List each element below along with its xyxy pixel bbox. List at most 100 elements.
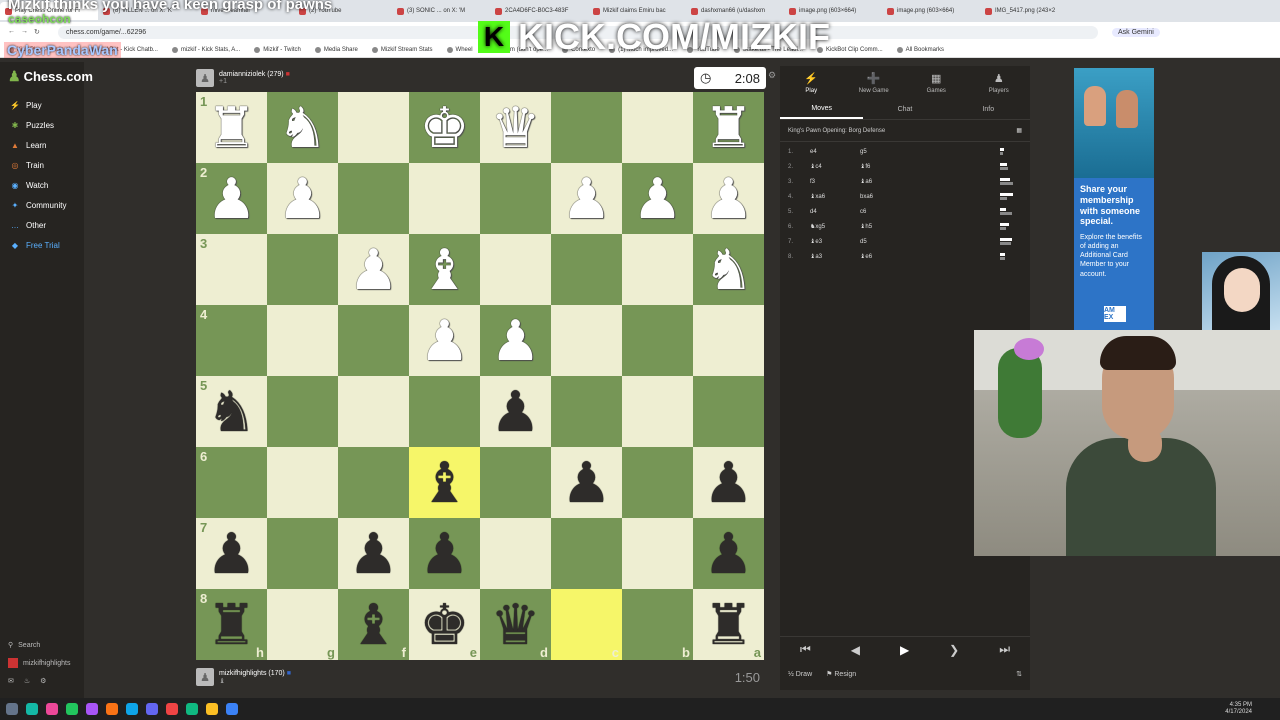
white-king-icon[interactable]: ♚ [419,99,469,156]
avatar[interactable]: ♟ [196,69,214,87]
board-square[interactable]: ♟ [267,163,338,234]
board-square[interactable] [338,92,409,163]
taskbar-app-icon[interactable] [26,703,38,715]
back-icon[interactable]: ← [8,28,15,36]
black-move[interactable]: ♝e6 [860,253,1000,260]
tab-new-game[interactable]: ➕ New Game [843,66,906,100]
board-square[interactable]: ♜ [693,92,764,163]
advertisement[interactable]: Share your membership with someone speci… [1074,68,1154,330]
board-square[interactable] [480,447,551,518]
board-square[interactable]: ♝ [409,447,480,518]
black-pawn-icon[interactable]: ♟ [348,525,398,582]
board-square[interactable]: ♟ [551,163,622,234]
board-square[interactable] [622,447,693,518]
sidebar-item-other[interactable]: … Other [0,215,84,235]
black-pawn-icon[interactable]: ♟ [561,454,611,511]
board-square[interactable]: 4 [196,305,267,376]
black-move[interactable]: ♝f6 [860,163,1000,170]
board-square[interactable]: ♟ [409,305,480,376]
next-move-icon[interactable]: ❯ [949,643,959,657]
taskbar-app-icon[interactable] [6,703,18,715]
board-square[interactable] [338,447,409,518]
board-square[interactable] [551,305,622,376]
board-square[interactable] [480,163,551,234]
black-rook-icon[interactable]: ♜ [703,596,753,653]
board-square[interactable] [551,92,622,163]
black-pawn-icon[interactable]: ♟ [490,383,540,440]
black-rook-icon[interactable]: ♜ [206,596,256,653]
tab-games[interactable]: ▦ Games [905,66,968,100]
book-icon[interactable]: ▦ [1016,127,1022,134]
board-square[interactable]: d ♛ [480,589,551,660]
white-pawn-icon[interactable]: ♟ [348,241,398,298]
bookmark-item[interactable]: Mizkif Stream Stats [371,46,433,53]
black-pawn-icon[interactable]: ♟ [703,525,753,582]
taskbar-app-icon[interactable] [166,703,178,715]
sidebar-item-play[interactable]: ⚡ Play [0,95,84,115]
white-pawn-icon[interactable]: ♟ [490,312,540,369]
white-move[interactable]: ♞xg5 [810,223,860,230]
taskbar-app-icon[interactable] [66,703,78,715]
board-square[interactable]: 7 ♟ [196,518,267,589]
black-pawn-icon[interactable]: ♟ [419,525,469,582]
sidebar-item-learn[interactable]: ▲ Learn [0,135,84,155]
board-square[interactable] [480,234,551,305]
white-pawn-icon[interactable]: ♟ [703,170,753,227]
taskbar-app-icon[interactable] [146,703,158,715]
board-square[interactable] [267,234,338,305]
white-pawn-icon[interactable]: ♟ [277,170,327,227]
last-move-icon[interactable]: ⏭ [999,642,1010,657]
board-square[interactable] [267,518,338,589]
board-square[interactable]: ♟ [338,518,409,589]
white-move[interactable]: ♝xa6 [810,193,860,200]
board-square[interactable]: ♟ [480,376,551,447]
white-rook-icon[interactable]: ♜ [206,99,256,156]
board-square[interactable]: ♟ [693,518,764,589]
board-square[interactable] [267,447,338,518]
taskbar-app-icon[interactable] [106,703,118,715]
white-move[interactable]: e4 [810,149,860,155]
board-square[interactable]: ♟ [622,163,693,234]
black-king-icon[interactable]: ♚ [419,596,469,653]
board-square[interactable]: 3 [196,234,267,305]
ask-gemini-button[interactable]: Ask Gemini [1112,27,1160,37]
black-knight-icon[interactable]: ♞ [206,383,256,440]
avatar[interactable]: ♟ [196,668,214,686]
board-square[interactable]: ♟ [409,518,480,589]
board-square[interactable]: ♚ [409,92,480,163]
white-move[interactable]: ♝e3 [810,238,860,245]
white-knight-icon[interactable]: ♞ [703,241,753,298]
board-square[interactable] [693,305,764,376]
black-move[interactable]: d5 [860,239,1000,245]
board-square[interactable]: ♟ [338,234,409,305]
board-square[interactable] [622,234,693,305]
sidebar-item-train[interactable]: ◎ Train [0,155,84,175]
chess-board[interactable]: 1 ♜ ♞ ♚ ♛ ♜ 2 ♟ ♟ ♟ ♟ ♟ 3 ♟ ♝ ♞ 4 ♟ ♟ 5 ♞ ♟ 6 ♝ ♟ ♟ 7 ♟ ♟ ♟ ♟ 8 h ♜ g f ♝ e ♚ d… [196,92,764,660]
black-pawn-icon[interactable]: ♟ [703,454,753,511]
board-square[interactable]: c [551,589,622,660]
black-move[interactable]: ♝a6 [860,178,1000,185]
board-square[interactable] [551,518,622,589]
bottom-player-name[interactable]: mizkifhighlights [219,670,266,677]
black-move[interactable]: c6 [860,209,1000,215]
board-square[interactable] [622,376,693,447]
bookmark-item[interactable]: Mizkif - Twitch [254,46,301,53]
board-square[interactable]: g [267,589,338,660]
reload-icon[interactable]: ↻ [34,28,40,36]
white-queen-icon[interactable]: ♛ [490,99,540,156]
board-square[interactable]: ♞ [267,92,338,163]
subtab-moves[interactable]: Moves [780,100,864,119]
board-square[interactable]: 1 ♜ [196,92,267,163]
white-bishop-icon[interactable]: ♝ [419,241,469,298]
chesscom-logo[interactable]: ♟ Chess.com [8,68,93,85]
board-square[interactable] [480,518,551,589]
board-square[interactable] [622,518,693,589]
board-square[interactable]: ♟ [551,447,622,518]
tab-play[interactable]: ⚡ Play [780,66,843,100]
board-square[interactable] [267,305,338,376]
sidebar-search[interactable]: ⚲ Search [8,636,70,654]
board-square[interactable] [409,163,480,234]
board-square[interactable]: 6 [196,447,267,518]
browser-tab[interactable]: image.png (603×664) [882,2,980,20]
black-bishop-icon[interactable]: ♝ [419,454,469,511]
